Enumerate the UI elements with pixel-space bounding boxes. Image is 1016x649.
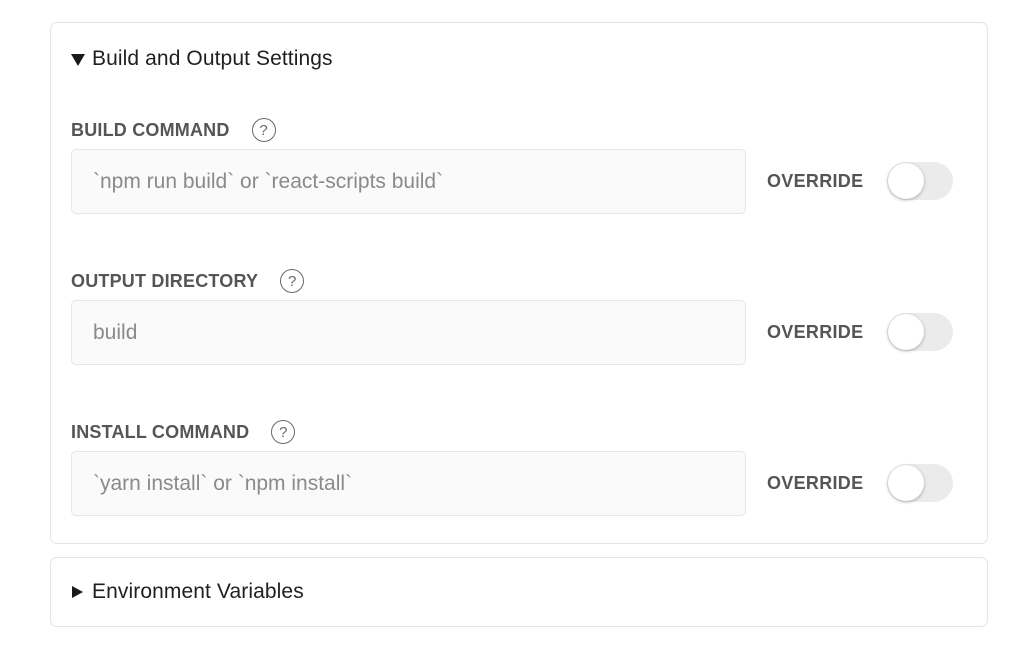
triangle-right-icon bbox=[72, 586, 83, 598]
build-command-override-toggle[interactable] bbox=[887, 162, 953, 200]
toggle-knob bbox=[888, 465, 924, 501]
help-icon[interactable]: ? bbox=[251, 118, 276, 142]
build-command-override-label: OVERRIDE bbox=[767, 171, 864, 191]
output-directory-input[interactable] bbox=[71, 300, 746, 365]
build-output-settings-title: Build and Output Settings bbox=[92, 47, 333, 70]
install-command-override-toggle[interactable] bbox=[887, 464, 953, 502]
environment-variables-header[interactable]: Environment Variables bbox=[71, 577, 304, 607]
build-output-settings-header[interactable]: Build and Output Settings bbox=[71, 44, 333, 74]
help-icon[interactable]: ? bbox=[271, 420, 296, 444]
triangle-down-icon bbox=[71, 53, 85, 66]
environment-variables-title: Environment Variables bbox=[92, 580, 304, 603]
install-command-override-label: OVERRIDE bbox=[767, 473, 864, 493]
build-output-settings-panel: Build and Output Settings BUILD COMMAND … bbox=[50, 22, 988, 544]
environment-variables-panel: Environment Variables bbox=[50, 557, 988, 627]
output-directory-override-toggle[interactable] bbox=[887, 313, 953, 351]
output-directory-override-label: OVERRIDE bbox=[767, 322, 864, 342]
install-command-input[interactable] bbox=[71, 451, 746, 516]
output-directory-label: OUTPUT DIRECTORY bbox=[71, 270, 259, 291]
build-command-input[interactable] bbox=[71, 149, 746, 214]
install-command-label: INSTALL COMMAND bbox=[71, 421, 250, 442]
toggle-knob bbox=[888, 163, 924, 199]
toggle-knob bbox=[888, 314, 924, 350]
help-icon[interactable]: ? bbox=[280, 269, 305, 293]
build-command-label: BUILD COMMAND bbox=[71, 119, 230, 140]
